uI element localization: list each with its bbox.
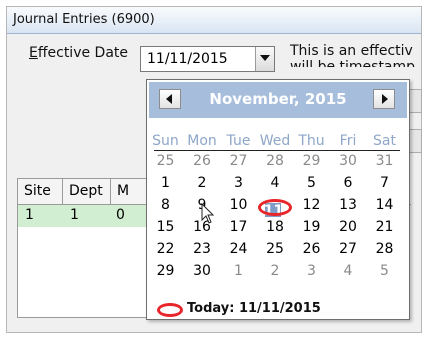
weekday-label: Sun	[152, 133, 179, 149]
calendar-day[interactable]: 2	[260, 263, 291, 279]
today-annotation-ring	[157, 303, 183, 317]
calendar-day[interactable]: 23	[187, 241, 218, 257]
calendar-day[interactable]: 2	[187, 175, 218, 191]
calendar-day[interactable]: 15	[150, 219, 181, 235]
column-header-m[interactable]: M	[111, 179, 151, 205]
calendar-day[interactable]: 3	[296, 263, 327, 279]
weekday-divider	[154, 150, 400, 151]
column-header-dept[interactable]: Dept	[63, 179, 111, 205]
calendar-day[interactable]: 17	[223, 219, 254, 235]
calendar-day[interactable]: 28	[260, 153, 291, 169]
note-line-1: This is an effectiv	[290, 43, 413, 59]
effective-date-value[interactable]: 11/11/2015	[147, 51, 228, 67]
calendar-day[interactable]: 7	[369, 175, 400, 191]
cell-dept[interactable]: 1	[70, 207, 79, 223]
weekday-label: Mon	[187, 133, 217, 149]
cell-site[interactable]: 1	[25, 207, 34, 223]
calendar-day[interactable]: 18	[260, 219, 291, 235]
calendar-day[interactable]: 10	[223, 197, 254, 213]
calendar-day[interactable]: 22	[150, 241, 181, 257]
calendar-day[interactable]: 3	[223, 175, 254, 191]
month-title: November, 2015	[209, 90, 347, 108]
effective-date-label: Effective Date	[29, 45, 129, 61]
chevron-down-icon	[260, 55, 270, 61]
weekday-label: Wed	[259, 133, 291, 149]
next-month-button[interactable]	[373, 89, 395, 109]
calendar-day[interactable]: 30	[333, 153, 364, 169]
calendar-day[interactable]: 5	[369, 263, 400, 279]
calendar-day[interactable]: 13	[333, 197, 364, 213]
window-title: Journal Entries (6900)	[13, 12, 155, 27]
calendar-day[interactable]: 19	[296, 219, 327, 235]
calendar-day[interactable]: 20	[333, 219, 364, 235]
calendar-header: November, 2015	[149, 82, 407, 118]
calendar-day[interactable]: 1	[150, 175, 181, 191]
calendar-day[interactable]: 6	[333, 175, 364, 191]
calendar-day[interactable]: 14	[369, 197, 400, 213]
title-bar: Journal Entries (6900)	[7, 7, 421, 34]
calendar-day[interactable]: 30	[187, 263, 218, 279]
calendar-day[interactable]: 26	[187, 153, 218, 169]
effective-date-note: This is an effectiv will be timestamp	[290, 43, 420, 67]
selected-day-annotation-ring	[258, 199, 292, 216]
date-dropdown-button[interactable]	[255, 47, 274, 71]
note-line-2: will be timestamp	[290, 59, 416, 67]
arrow-right-icon	[382, 94, 388, 104]
calendar-day[interactable]: 8	[150, 197, 181, 213]
calendar-day[interactable]: 29	[296, 153, 327, 169]
mouse-cursor-icon	[201, 203, 215, 224]
cell-m[interactable]: 0	[116, 207, 125, 223]
calendar-day[interactable]: 5	[296, 175, 327, 191]
calendar-day[interactable]: 4	[333, 263, 364, 279]
calendar-day[interactable]: 28	[369, 241, 400, 257]
weekday-label: Fri	[339, 133, 357, 149]
calendar-day[interactable]: 21	[369, 219, 400, 235]
calendar-day[interactable]: 27	[333, 241, 364, 257]
effective-date-combobox[interactable]: 11/11/2015	[140, 46, 275, 72]
calendar-day[interactable]: 25	[150, 153, 181, 169]
calendar-day[interactable]: 1	[223, 263, 254, 279]
calendar-day[interactable]: 24	[223, 241, 254, 257]
calendar-day[interactable]: 26	[296, 241, 327, 257]
calendar-day[interactable]: 27	[223, 153, 254, 169]
weekday-label: Thu	[298, 133, 325, 149]
today-link[interactable]: Today: 11/11/2015	[187, 301, 321, 316]
column-header-site[interactable]: Site	[18, 179, 63, 205]
weekday-label: Tue	[226, 133, 251, 149]
weekday-label: Sat	[373, 133, 396, 149]
calendar-day[interactable]: 12	[296, 197, 327, 213]
calendar-day[interactable]: 25	[260, 241, 291, 257]
calendar-day[interactable]: 4	[260, 175, 291, 191]
calendar-day[interactable]: 29	[150, 263, 181, 279]
calendar-day[interactable]: 31	[369, 153, 400, 169]
